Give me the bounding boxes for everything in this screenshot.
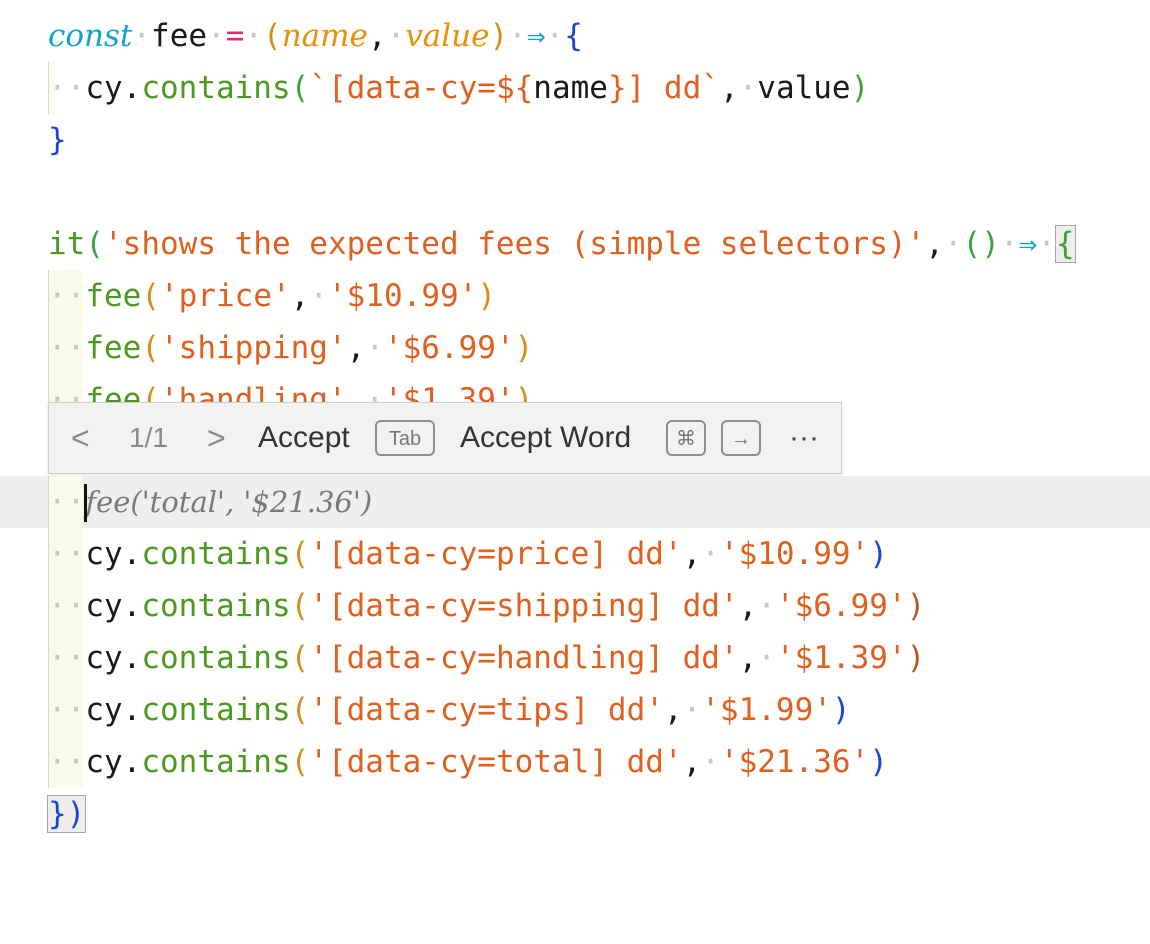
code-editor[interactable]: const·fee·=·(name,·value)·⇒·{ ··cy.conta… — [0, 0, 1150, 850]
code-line: } — [48, 122, 67, 158]
text-cursor — [84, 484, 87, 522]
command-key-icon: ⌘ — [666, 420, 706, 456]
accept-button[interactable]: Accept — [258, 403, 350, 473]
keyword-const: const — [48, 18, 133, 54]
more-options-icon[interactable]: ··· — [789, 403, 819, 473]
identifier-it: it — [48, 226, 86, 262]
code-line: ··cy.contains(`[data-cy=${name}] dd`,·va… — [0, 62, 1150, 114]
param-value: value — [405, 18, 490, 54]
chevron-left-icon[interactable]: < — [71, 403, 90, 473]
matched-bracket-close: }) — [46, 795, 87, 833]
code-line: ··cy.contains('[data-cy=total] dd',·'$21… — [0, 736, 1150, 788]
code-line: ··cy.contains('[data-cy=price] dd',·'$10… — [0, 528, 1150, 580]
accept-word-button[interactable]: Accept Word — [460, 403, 631, 473]
code-line: ··cy.contains('[data-cy=tips] dd',·'$1.9… — [0, 684, 1150, 736]
code-line: ··cy.contains('[data-cy=shipping] dd',·'… — [0, 580, 1150, 632]
matched-bracket: { — [1054, 225, 1076, 263]
test-title: 'shows the expected fees (simple selecto… — [104, 226, 926, 262]
tab-key-hint: Tab — [375, 420, 435, 456]
code-line: ··fee('price',·'$10.99') — [0, 270, 1150, 322]
param-name: name — [281, 18, 368, 54]
arrow-right-key-icon: → — [721, 420, 761, 456]
ghost-suggestion: fee('total', '$21.36') — [85, 485, 373, 519]
code-line: const·fee·=·(name,·value)·⇒·{ — [48, 18, 583, 54]
code-line: ··fee('shipping',·'$6.99') — [0, 322, 1150, 374]
suggestion-counter: 1/1 — [129, 422, 168, 453]
suggestion-toolbar: < 1/1 > Accept Tab Accept Word ⌘ → ··· — [48, 402, 842, 474]
code-line: ··cy.contains('[data-cy=handling] dd',·'… — [0, 632, 1150, 684]
code-line: it('shows the expected fees (simple sele… — [48, 225, 1076, 263]
chevron-right-icon[interactable]: > — [207, 403, 226, 473]
identifier-fee: fee — [151, 18, 208, 54]
inline-suggestion-line: ··fee('total', '$21.36') — [0, 476, 1150, 528]
code-line: }) — [0, 788, 1150, 840]
